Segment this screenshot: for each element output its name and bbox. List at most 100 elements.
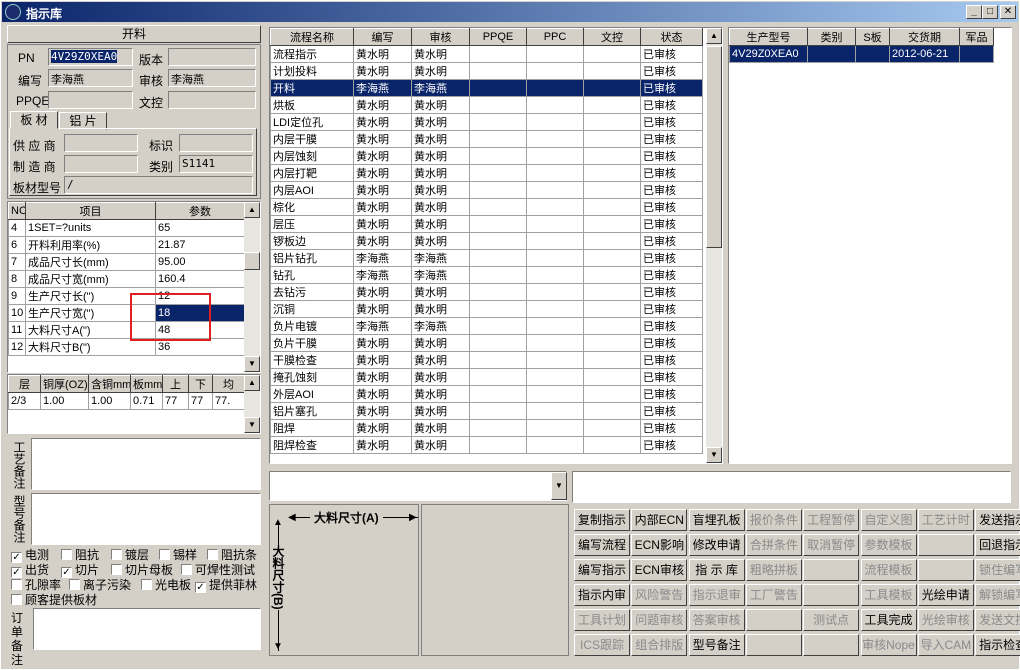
scroll-thumb[interactable] <box>244 252 260 270</box>
action-button[interactable]: 自定义图 <box>860 509 917 531</box>
mark-field[interactable] <box>179 134 253 152</box>
table-row[interactable]: 干膜检查 黄水明 黄水明 已审核 <box>270 351 703 369</box>
info-input[interactable] <box>572 471 1011 503</box>
table-row[interactable]: 内层打靶 黄水明 黄水明 已审核 <box>270 164 703 182</box>
action-button[interactable]: 组合排版 <box>631 634 688 656</box>
table-row[interactable]: 流程指示 黄水明 黄水明 已审核 <box>270 45 703 63</box>
action-button[interactable]: 工程暂停 <box>803 509 860 531</box>
table-row[interactable]: 层压 黄水明 黄水明 已审核 <box>270 215 703 233</box>
checkbox-item[interactable]: 顾客提供板材 <box>11 591 97 608</box>
action-button[interactable] <box>803 559 860 581</box>
table-row[interactable]: 掩孔蚀刻 黄水明 黄水明 已审核 <box>270 368 703 386</box>
action-button[interactable]: 取消暂停 <box>803 534 860 556</box>
action-button[interactable]: 粗略拼板 <box>745 559 802 581</box>
action-button[interactable]: 编写指示 <box>574 559 630 581</box>
checkbox[interactable] <box>207 549 218 560</box>
action-button[interactable]: 工具模板 <box>860 584 917 606</box>
table-row[interactable]: 钻孔 李海燕 李海燕 已审核 <box>270 266 703 284</box>
action-button[interactable]: 风险警告 <box>631 584 688 606</box>
action-button[interactable]: 答案审核 <box>688 609 745 631</box>
chevron-down-icon[interactable]: ▼ <box>551 472 567 500</box>
checkbox[interactable] <box>181 564 192 575</box>
action-button[interactable]: 指示内审 <box>574 584 630 606</box>
action-button[interactable]: 合拼条件 <box>745 534 802 556</box>
table-row[interactable]: 铝片塞孔 黄水明 黄水明 已审核 <box>270 402 703 420</box>
reviewer-field[interactable]: 李海燕 <box>168 69 256 87</box>
checkbox[interactable] <box>61 549 72 560</box>
checkbox[interactable] <box>69 579 80 590</box>
action-button[interactable]: 工厂警告 <box>745 584 802 606</box>
action-button[interactable] <box>745 609 802 631</box>
checkbox[interactable]: ✓ <box>195 582 206 593</box>
table-row[interactable]: 4 1SET=?units 65 <box>8 219 245 237</box>
action-button[interactable]: 指示检查 <box>975 634 1020 656</box>
table-row[interactable]: 阻焊检查 黄水明 黄水明 已审核 <box>270 436 703 454</box>
action-button[interactable] <box>917 534 974 556</box>
table-row[interactable]: 棕化 黄水明 黄水明 已审核 <box>270 198 703 216</box>
scroll-down-button[interactable]: ▼ <box>244 417 260 433</box>
checkbox[interactable] <box>141 579 152 590</box>
table-row[interactable]: 锣板边 黄水明 黄水明 已审核 <box>270 232 703 250</box>
table-row[interactable]: 沉铜 黄水明 黄水明 已审核 <box>270 300 703 318</box>
minimize-button[interactable]: _ <box>966 5 982 19</box>
action-button[interactable]: 指 示 库 <box>688 559 745 581</box>
action-button[interactable]: 锁住编写 <box>975 559 1020 581</box>
action-button[interactable]: 审核Nope <box>860 634 917 656</box>
scroll-up-button[interactable]: ▲ <box>244 375 260 391</box>
action-button[interactable]: 内部ECN <box>631 509 688 531</box>
checkbox[interactable] <box>11 579 22 590</box>
action-button[interactable]: 测试点 <box>803 609 860 631</box>
action-button[interactable]: 参数模板 <box>860 534 917 556</box>
table-row[interactable]: 去钻污 黄水明 黄水明 已审核 <box>270 283 703 301</box>
action-button[interactable]: 指示退审 <box>688 584 745 606</box>
action-button[interactable]: 光绘申请 <box>917 584 974 606</box>
action-button[interactable] <box>803 584 860 606</box>
editor-field[interactable]: 李海燕 <box>48 69 133 87</box>
action-button[interactable]: ECN审核 <box>631 559 688 581</box>
action-button[interactable]: ICS跟踪 <box>574 634 630 656</box>
table-row[interactable]: 内层蚀刻 黄水明 黄水明 已审核 <box>270 147 703 165</box>
action-button[interactable]: 盲埋孔板 <box>688 509 745 531</box>
layer-scrollbar[interactable]: ▲ ▼ <box>244 375 260 433</box>
flow-combo[interactable] <box>269 471 567 501</box>
action-button[interactable]: ECN影响 <box>631 534 688 556</box>
scroll-down-button[interactable]: ▼ <box>706 447 722 463</box>
table-row[interactable]: 4V29Z0XEA0 2012-06-21 <box>729 45 994 63</box>
table-row[interactable]: 负片电镀 李海燕 李海燕 已审核 <box>270 317 703 335</box>
action-button[interactable]: 流程模板 <box>860 559 917 581</box>
scroll-down-button[interactable]: ▼ <box>244 356 260 372</box>
action-button[interactable]: 修改申请 <box>688 534 745 556</box>
board-model-field[interactable]: / <box>64 176 253 194</box>
table-row[interactable]: 铝片钻孔 李海燕 李海燕 已审核 <box>270 249 703 267</box>
action-button[interactable]: 编写流程 <box>574 534 630 556</box>
table-row[interactable]: LDI定位孔 黄水明 黄水明 已审核 <box>270 113 703 131</box>
checkbox[interactable] <box>111 549 122 560</box>
model-note-field[interactable] <box>31 493 261 545</box>
scroll-thumb[interactable] <box>706 46 722 248</box>
table-row[interactable]: 计划投料 黄水明 黄水明 已审核 <box>270 62 703 80</box>
scroll-up-button[interactable]: ▲ <box>244 202 260 218</box>
action-button[interactable]: 解锁编写 <box>975 584 1020 606</box>
action-button[interactable]: 报价条件 <box>745 509 802 531</box>
action-button[interactable]: 回退指示 <box>975 534 1020 556</box>
action-button[interactable]: 工具计划 <box>574 609 630 631</box>
table-row[interactable]: 7 成品尺寸长(mm) 95.00 <box>8 253 245 271</box>
action-button[interactable] <box>745 634 802 656</box>
ppqe-field[interactable] <box>48 91 133 109</box>
action-button[interactable]: 导入CAM <box>917 634 974 656</box>
table-row[interactable]: 阻焊 黄水明 黄水明 已审核 <box>270 419 703 437</box>
checkbox[interactable] <box>11 594 22 605</box>
version-field[interactable] <box>168 48 256 66</box>
doc-control-field[interactable] <box>168 91 256 109</box>
table-row[interactable]: 烘板 黄水明 黄水明 已审核 <box>270 96 703 114</box>
scroll-up-button[interactable]: ▲ <box>706 28 722 44</box>
table-row[interactable]: 负片干膜 黄水明 黄水明 已审核 <box>270 334 703 352</box>
maximize-button[interactable]: □ <box>982 5 998 19</box>
action-button[interactable]: 复制指示 <box>574 509 630 531</box>
action-button[interactable]: 发送指示 <box>975 509 1020 531</box>
action-button[interactable] <box>803 634 860 656</box>
order-note-field[interactable] <box>33 608 261 650</box>
table-row[interactable]: 外层AOI 黄水明 黄水明 已审核 <box>270 385 703 403</box>
maker-field[interactable] <box>64 155 138 173</box>
table-row[interactable]: 内层AOI 黄水明 黄水明 已审核 <box>270 181 703 199</box>
